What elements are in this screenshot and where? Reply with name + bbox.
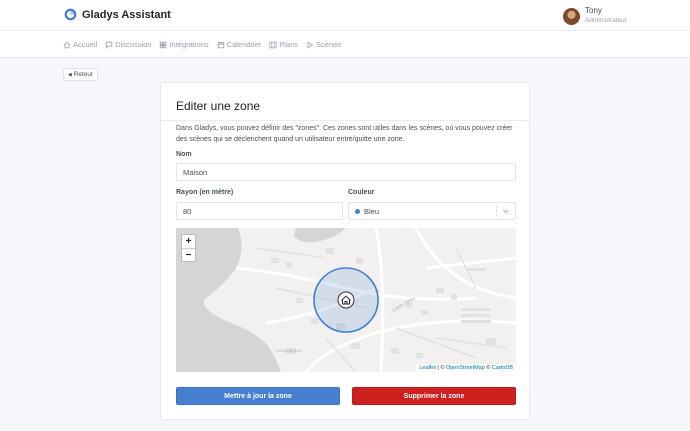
user-name: Tony	[585, 6, 602, 15]
user-role: Administrateur	[585, 17, 627, 24]
chevron-down-icon	[502, 209, 509, 214]
back-label: Retour	[73, 71, 94, 78]
osm-link[interactable]: OpenStreetMap	[446, 365, 485, 371]
delete-zone-button[interactable]: Supprimer la zone	[352, 387, 516, 405]
color-value: Bleu	[364, 206, 380, 216]
brand[interactable]: Gladys Assistant	[64, 8, 171, 21]
color-select[interactable]: Bleu	[348, 202, 516, 220]
gladys-logo-icon	[64, 8, 77, 21]
grid-icon	[159, 41, 167, 49]
name-value: Maison	[183, 167, 208, 177]
nav-label: Intégrations	[169, 40, 209, 49]
app-title: Gladys Assistant	[82, 8, 171, 21]
attribution-sep: | ©	[435, 365, 446, 371]
play-icon	[306, 40, 314, 49]
place-label: FOOD BEACH	[276, 348, 303, 353]
map-tiles: Castle Street FOOD BEACH	[176, 228, 516, 372]
nav-label: Accueil	[73, 40, 98, 49]
nav-item-calendrier[interactable]: Calendrier	[217, 40, 262, 49]
nav-item-accueil[interactable]: Accueil	[63, 40, 97, 49]
nav-item-integrations[interactable]: Intégrations	[159, 40, 209, 49]
page-title: Editer une zone	[176, 99, 261, 113]
name-label: Nom	[176, 151, 192, 158]
radius-label: Rayon (en mètre)	[176, 189, 234, 196]
arrow-left-icon: ◀	[67, 71, 72, 78]
update-zone-button[interactable]: Mettre à jour la zone	[176, 387, 340, 405]
main-nav: Accueil Discussion Intégrations Calendri…	[0, 31, 690, 58]
nav-label: Scènes	[316, 40, 342, 49]
avatar	[563, 7, 580, 25]
color-label: Couleur	[348, 189, 375, 196]
nav-item-scenes[interactable]: Scènes	[306, 40, 341, 49]
nav-label: Calendrier	[226, 40, 262, 49]
message-icon	[105, 41, 113, 49]
nav-label: Discussion	[115, 40, 152, 49]
map-icon	[269, 40, 277, 49]
leaflet-link[interactable]: Leaflet	[419, 365, 436, 371]
map-attribution: Leaflet | © OpenStreetMap © CartoDB	[416, 364, 516, 372]
color-swatch	[355, 208, 360, 214]
carto-link[interactable]: CartoDB	[492, 365, 513, 371]
home-marker-icon	[337, 291, 355, 309]
select-divider	[496, 206, 497, 217]
radius-input[interactable]: 80	[176, 202, 343, 220]
zone-map[interactable]: Castle Street FOOD BEACH + − Leaflet | ©…	[176, 228, 516, 372]
user-menu[interactable]: Tony Administrateur	[563, 6, 627, 26]
nav-label: Plans	[279, 40, 299, 49]
calendar-icon	[217, 41, 225, 49]
zoom-out-button[interactable]: −	[182, 248, 195, 261]
nav-item-discussion[interactable]: Discussion	[105, 40, 151, 49]
radius-value: 80	[183, 206, 192, 216]
zoom-control: + −	[181, 234, 196, 262]
attribution-sep: ©	[484, 365, 492, 371]
name-input[interactable]: Maison	[176, 163, 516, 181]
nav-item-plans[interactable]: Plans	[269, 40, 298, 49]
home-icon	[63, 41, 71, 49]
back-button[interactable]: ◀ Retour	[63, 68, 98, 81]
divider	[161, 120, 529, 121]
zone-description: Dans Gladys, vous pouvez définir des "zo…	[176, 125, 513, 143]
zone-edit-card: Editer une zone Dans Gladys, vous pouvez…	[160, 82, 530, 420]
zoom-in-button[interactable]: +	[182, 235, 195, 248]
top-header: Gladys Assistant Tony Administrateur	[0, 0, 690, 31]
